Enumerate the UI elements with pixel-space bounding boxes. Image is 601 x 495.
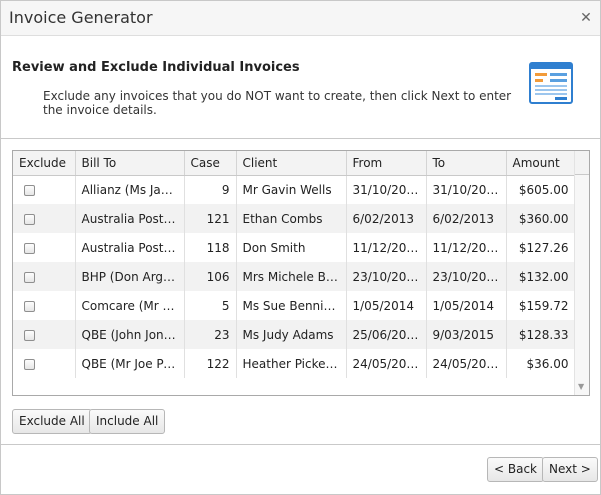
cell-bill-to: Comcare (Mr Ia... xyxy=(75,291,185,320)
invoice-form-icon xyxy=(529,62,573,104)
col-header-amount[interactable]: Amount xyxy=(506,151,576,176)
cell-amount: $605.00 xyxy=(506,175,576,204)
col-header-from[interactable]: From xyxy=(346,151,427,176)
exclude-all-button[interactable]: Exclude All xyxy=(12,409,92,434)
table-row[interactable]: QBE (Mr Joe Pe... 122 Heather Pickering … xyxy=(13,349,576,378)
cell-client: Ethan Combs xyxy=(236,204,347,233)
table-row[interactable]: BHP (Don Argus) 106 Mrs Michele Bur... 2… xyxy=(13,262,576,291)
cell-bill-to: Allianz (Ms Jane... xyxy=(75,175,185,204)
col-header-bill-to[interactable]: Bill To xyxy=(75,151,185,176)
table-header-row: Exclude Bill To Case Client From To Amou… xyxy=(13,151,576,176)
back-button[interactable]: < Back xyxy=(487,457,545,482)
page-title: Review and Exclude Individual Invoices xyxy=(12,60,300,75)
col-header-to[interactable]: To xyxy=(426,151,507,176)
cell-bill-to: Australia Post (... xyxy=(75,204,185,233)
col-header-case[interactable]: Case xyxy=(184,151,237,176)
cell-to: 9/03/2015 xyxy=(426,320,507,349)
table-row[interactable]: QBE (John Jones) 23 Ms Judy Adams 25/06/… xyxy=(13,320,576,349)
table-row[interactable]: Australia Post (... 118 Don Smith 11/12/… xyxy=(13,233,576,262)
cell-client: Ms Sue Bennington xyxy=(236,291,347,320)
cell-amount: $36.00 xyxy=(506,349,576,378)
invoice-grid: Exclude Bill To Case Client From To Amou… xyxy=(12,150,590,396)
col-header-client[interactable]: Client xyxy=(236,151,347,176)
cell-case: 5 xyxy=(184,291,237,320)
cell-from: 23/10/2014 xyxy=(346,262,427,291)
cell-case: 106 xyxy=(184,262,237,291)
cell-from: 11/12/2012 xyxy=(346,233,427,262)
exclude-checkbox[interactable] xyxy=(24,184,35,196)
cell-case: 122 xyxy=(184,349,237,378)
table-row[interactable]: Comcare (Mr Ia... 5 Ms Sue Bennington 1/… xyxy=(13,291,576,320)
window-title: Invoice Generator xyxy=(9,8,153,27)
wizard-header: Review and Exclude Individual Invoices E… xyxy=(1,37,600,139)
cell-to: 31/10/2014 xyxy=(426,175,507,204)
cell-bill-to: QBE (John Jones) xyxy=(75,320,185,349)
cell-bill-to: BHP (Don Argus) xyxy=(75,262,185,291)
include-all-button[interactable]: Include All xyxy=(89,409,166,434)
next-button[interactable]: Next > xyxy=(542,457,598,482)
scroll-down-arrow-icon[interactable]: ▼ xyxy=(578,382,584,391)
cell-case: 118 xyxy=(184,233,237,262)
cell-client: Ms Judy Adams xyxy=(236,320,347,349)
cell-client: Heather Pickering xyxy=(236,349,347,378)
invoice-table: Exclude Bill To Case Client From To Amou… xyxy=(13,151,576,378)
cell-amount: $360.00 xyxy=(506,204,576,233)
cell-case: 23 xyxy=(184,320,237,349)
cell-from: 6/02/2013 xyxy=(346,204,427,233)
cell-from: 1/05/2014 xyxy=(346,291,427,320)
exclude-checkbox[interactable] xyxy=(24,358,35,370)
cell-bill-to: QBE (Mr Joe Pe... xyxy=(75,349,185,378)
wizard-body: Exclude Bill To Case Client From To Amou… xyxy=(1,140,600,445)
cell-from: 25/06/2013 xyxy=(346,320,427,349)
exclude-checkbox[interactable] xyxy=(24,329,35,341)
exclude-checkbox[interactable] xyxy=(24,213,35,225)
cell-amount: $132.00 xyxy=(506,262,576,291)
exclude-checkbox[interactable] xyxy=(24,271,35,283)
cell-from: 31/10/2014 xyxy=(346,175,427,204)
cell-from: 24/05/2013 xyxy=(346,349,427,378)
invoice-generator-window: Invoice Generator ✕ Review and Exclude I… xyxy=(0,0,601,495)
cell-to: 23/10/2014 xyxy=(426,262,507,291)
cell-amount: $128.33 xyxy=(506,320,576,349)
vertical-scrollbar[interactable]: ▼ xyxy=(574,151,589,395)
cell-to: 6/02/2013 xyxy=(426,204,507,233)
wizard-footer: < Back Next > xyxy=(1,446,600,494)
scrollbar-header-cap xyxy=(575,151,589,175)
exclude-checkbox[interactable] xyxy=(24,300,35,312)
table-row[interactable]: Allianz (Ms Jane... 9 Mr Gavin Wells 31/… xyxy=(13,175,576,204)
cell-case: 9 xyxy=(184,175,237,204)
cell-amount: $127.26 xyxy=(506,233,576,262)
cell-to: 24/05/2013 xyxy=(426,349,507,378)
cell-client: Mrs Michele Bur... xyxy=(236,262,347,291)
page-description: Exclude any invoices that you do NOT wan… xyxy=(43,89,512,117)
exclude-checkbox[interactable] xyxy=(24,242,35,254)
cell-client: Mr Gavin Wells xyxy=(236,175,347,204)
cell-to: 11/12/2012 xyxy=(426,233,507,262)
title-bar: Invoice Generator ✕ xyxy=(1,1,600,36)
table-row[interactable]: Australia Post (... 121 Ethan Combs 6/02… xyxy=(13,204,576,233)
cell-to: 1/05/2014 xyxy=(426,291,507,320)
cell-client: Don Smith xyxy=(236,233,347,262)
close-icon[interactable]: ✕ xyxy=(578,10,594,26)
col-header-exclude[interactable]: Exclude xyxy=(13,151,76,176)
cell-case: 121 xyxy=(184,204,237,233)
cell-amount: $159.72 xyxy=(506,291,576,320)
cell-bill-to: Australia Post (... xyxy=(75,233,185,262)
